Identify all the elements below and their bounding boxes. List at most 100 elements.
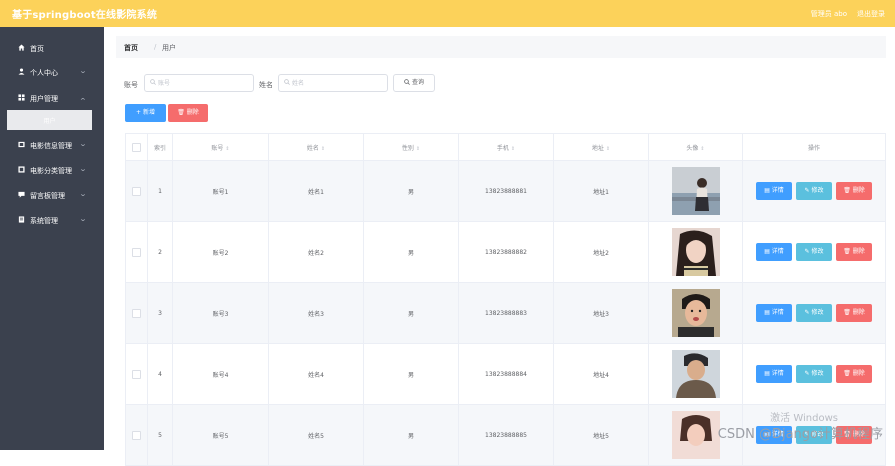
add-button[interactable]: + 新增 (125, 104, 166, 122)
column-header-phone[interactable]: 手机 ⇕ (458, 133, 554, 161)
trash-icon: 🗑 (177, 109, 185, 116)
delete-button[interactable]: 🗑 删除 (836, 182, 872, 200)
cell-index: 2 (147, 221, 173, 283)
logout-link[interactable]: 退出登录 (857, 9, 885, 19)
avatar[interactable] (671, 350, 720, 398)
cell-name: 姓名5 (268, 404, 364, 466)
sidebar-item-profile[interactable]: 个人中心 ⌄ (0, 62, 104, 82)
avatar[interactable] (671, 167, 720, 215)
breadcrumb-separator: / (154, 43, 157, 51)
column-header-address[interactable]: 地址 ⇕ (553, 133, 649, 161)
column-header-name[interactable]: 姓名 ⇕ (268, 133, 364, 161)
cell-phone: 13823888881 (458, 160, 554, 222)
sidebar-item-users[interactable]: 用户管理 ⌄ (0, 88, 104, 108)
detail-button[interactable]: ▤ 详情 (756, 243, 792, 261)
row-checkbox[interactable] (132, 430, 141, 440)
search-icon (150, 79, 156, 87)
avatar[interactable] (671, 228, 720, 276)
sort-icon: ⇕ (225, 145, 230, 152)
detail-button-label: 详情 (771, 187, 784, 194)
delete-button[interactable]: 🗑 删除 (836, 304, 872, 322)
query-button[interactable]: 查询 (393, 74, 435, 92)
cell-avatar (648, 221, 743, 283)
name-label: 姓名 (259, 81, 273, 89)
breadcrumb: 首页 / 用户 (116, 36, 886, 58)
column-header-avatar[interactable]: 头像 ⇕ (648, 133, 743, 161)
trash-icon: 🗑 (843, 187, 851, 194)
detail-button-label: 详情 (771, 370, 784, 377)
home-icon (18, 44, 25, 51)
batch-delete-button[interactable]: 🗑 删除 (168, 104, 208, 122)
column-header-label: 手机 (496, 144, 509, 152)
edit-button-label: 修改 (811, 187, 824, 194)
edit-button[interactable]: ✎ 修改 (796, 304, 832, 322)
account-search-field (144, 74, 254, 92)
column-header-label: 姓名 (306, 144, 319, 152)
windows-activation-watermark: 激活 Windows (770, 413, 838, 424)
user-icon (18, 68, 25, 75)
edit-icon: ✎ (804, 248, 810, 255)
cell-gender: 男 (363, 160, 459, 222)
row-checkbox[interactable] (132, 369, 141, 379)
sidebar-item-label: 电影分类管理 (30, 167, 72, 175)
add-button-label: 新增 (142, 109, 155, 116)
delete-button-label: 删除 (852, 309, 865, 316)
cell-phone: 13823888885 (458, 404, 554, 466)
cell-index: 1 (147, 160, 173, 222)
edit-button[interactable]: ✎ 修改 (796, 182, 832, 200)
cell-account: 账号4 (172, 343, 269, 405)
name-search-input[interactable] (292, 77, 372, 89)
current-user-label: 管理员 abo (810, 10, 847, 18)
detail-button[interactable]: ▤ 详情 (756, 304, 792, 322)
column-header-index: 索引 (147, 133, 173, 161)
sidebar-item-system[interactable]: 系统管理 ⌄ (0, 210, 104, 230)
chevron-down-icon: ⌄ (78, 165, 88, 173)
column-header-account[interactable]: 账号 ⇕ (172, 133, 269, 161)
detail-button[interactable]: ▤ 详情 (756, 365, 792, 383)
sidebar-item-home[interactable]: 首页 (0, 38, 104, 58)
detail-button-label: 详情 (771, 248, 784, 255)
row-checkbox[interactable] (132, 186, 141, 196)
edit-button[interactable]: ✎ 修改 (796, 365, 832, 383)
edit-button-label: 修改 (811, 370, 824, 377)
main-content: 首页 / 用户 账号 姓名 查询 + 新增 🗑 删除 索引 账号⇕ (104, 27, 895, 466)
row-checkbox[interactable] (132, 308, 141, 318)
edit-button[interactable]: ✎ 修改 (796, 243, 832, 261)
cell-address: 地址4 (553, 343, 649, 405)
select-all-checkbox[interactable] (132, 142, 141, 152)
edit-icon: ✎ (804, 370, 810, 377)
delete-button[interactable]: 🗑 删除 (836, 243, 872, 261)
column-header-gender[interactable]: 性别 ⇕ (363, 133, 459, 161)
sort-icon: ⇕ (320, 145, 326, 152)
sidebar-item-categories[interactable]: 电影分类管理 ⌄ (0, 160, 104, 180)
account-search-input[interactable] (158, 77, 238, 89)
sort-icon: ⇕ (415, 145, 421, 152)
cell-actions: ▤ 详情 ✎ 修改 🗑 删除 (742, 343, 886, 405)
select-all-checkbox-cell (125, 133, 148, 161)
row-checkbox[interactable] (132, 247, 141, 257)
cell-actions: ▤ 详情 ✎ 修改 🗑 删除 (742, 282, 886, 344)
chevron-down-icon: ⌄ (78, 67, 88, 75)
name-search-field (278, 74, 388, 92)
chevron-down-icon: ⌄ (78, 215, 88, 223)
cell-gender: 男 (363, 282, 459, 344)
avatar[interactable] (671, 411, 720, 459)
breadcrumb-home[interactable]: 首页 (124, 43, 138, 53)
avatar[interactable] (671, 289, 720, 337)
cell-index: 3 (147, 282, 173, 344)
sidebar: 首页 个人中心 ⌄ 用户管理 ⌄ 用户 电影信息管理 ⌄ 电影分类管理 ⌄ 留言… (0, 27, 104, 450)
detail-button[interactable]: ▤ 详情 (756, 182, 792, 200)
chevron-up-icon: ⌄ (78, 96, 88, 104)
column-header-label: 性别 (401, 144, 414, 152)
sidebar-item-messages[interactable]: 留言板管理 ⌄ (0, 185, 104, 205)
sidebar-item-movies[interactable]: 电影信息管理 ⌄ (0, 135, 104, 155)
delete-button-label: 删除 (186, 109, 199, 116)
account-label: 账号 (124, 81, 138, 89)
edit-button-label: 修改 (811, 248, 824, 255)
column-header-label: 地址 (591, 144, 604, 152)
edit-icon: ✎ (804, 309, 810, 316)
column-header-label: 账号 (211, 144, 224, 152)
edit-icon: ✎ (804, 187, 810, 194)
delete-button[interactable]: 🗑 删除 (836, 365, 872, 383)
sidebar-subitem-user[interactable]: 用户 (7, 110, 92, 130)
